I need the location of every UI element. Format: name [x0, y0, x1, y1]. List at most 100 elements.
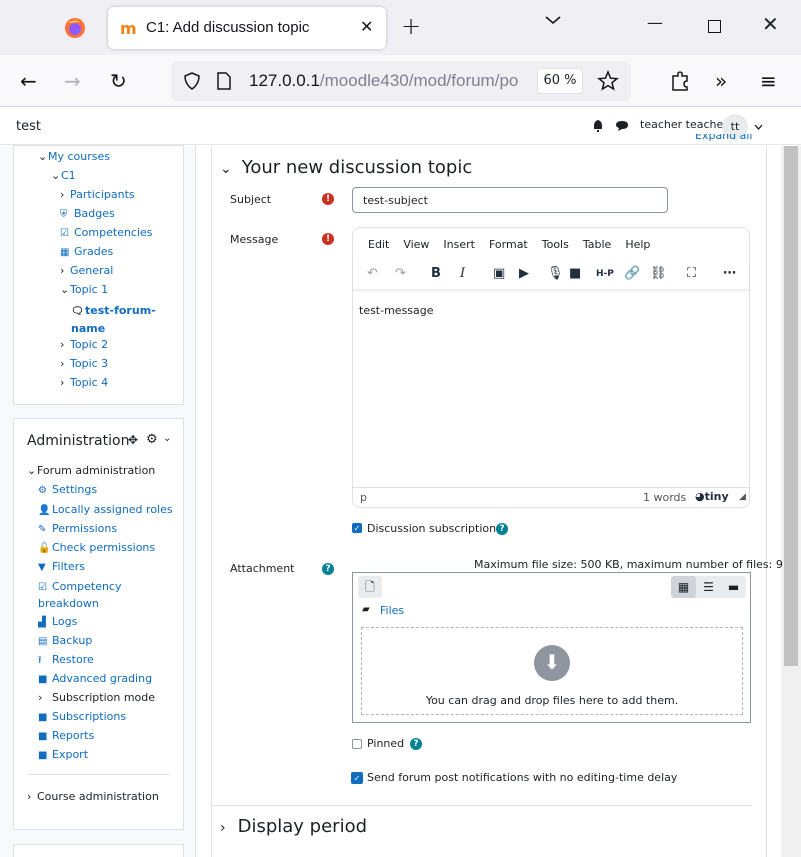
- menu-edit[interactable]: Edit: [368, 238, 389, 251]
- chevron-down-icon[interactable]: [544, 14, 562, 26]
- active-tab[interactable]: m C1: Add discussion topic ✕: [108, 7, 386, 49]
- pinned-checkbox[interactable]: [352, 739, 362, 749]
- nav-badges-label: Badges: [74, 207, 115, 220]
- menu-format[interactable]: Format: [489, 238, 528, 251]
- hamburger-menu-icon[interactable]: ≡: [760, 69, 777, 93]
- media-icon[interactable]: ▶: [519, 266, 529, 281]
- unlink-icon[interactable]: ⛓: [650, 266, 667, 281]
- admin-permissions[interactable]: ✎ Permissions: [38, 522, 117, 535]
- admin-logs[interactable]: ▟ Logs: [38, 615, 77, 628]
- tiny-logo[interactable]: ◕tiny: [695, 490, 729, 503]
- firefox-icon[interactable]: [64, 17, 86, 39]
- menu-table[interactable]: Table: [583, 238, 611, 251]
- new-tab-button[interactable]: +: [401, 12, 421, 40]
- admin-locally-assigned-roles[interactable]: 👤 Locally assigned roles: [38, 503, 173, 516]
- back-arrow-icon[interactable]: ←: [20, 69, 37, 93]
- help-icon[interactable]: ?: [322, 563, 334, 575]
- bell-icon[interactable]: [592, 119, 604, 133]
- admin-advanced-grading[interactable]: ■ Advanced grading: [38, 672, 152, 685]
- word-count[interactable]: 1 words: [643, 491, 686, 504]
- admin-export[interactable]: ■ Export: [38, 748, 88, 761]
- help-icon[interactable]: ?: [410, 738, 422, 750]
- chat-icon[interactable]: [615, 120, 629, 132]
- menu-help[interactable]: Help: [625, 238, 650, 251]
- folder-view-icon[interactable]: ▬: [721, 576, 746, 598]
- admin-reports[interactable]: ■ Reports: [38, 729, 94, 742]
- nav-forum-administration[interactable]: ⌄Forum administration: [27, 464, 155, 477]
- nav-general[interactable]: › General: [60, 264, 113, 277]
- window-close-icon[interactable]: ✕: [762, 12, 779, 36]
- grid-view-icon[interactable]: ▦: [671, 576, 696, 598]
- admin-subscription-mode[interactable]: › Subscription mode: [38, 691, 155, 704]
- nav-competencies[interactable]: ☑ Competencies: [60, 226, 153, 239]
- minimize-icon[interactable]: —: [647, 13, 663, 32]
- add-file-icon[interactable]: 🗋: [358, 576, 382, 598]
- drop-zone[interactable]: ⬇ You can drag and drop files here to ad…: [361, 627, 743, 715]
- zoom-indicator[interactable]: 60 %: [537, 68, 583, 94]
- gear-icon[interactable]: ⚙: [146, 432, 158, 447]
- nav-forum[interactable]: 🗨test-forum-name: [71, 302, 161, 337]
- admin-restore[interactable]: ⭱ Restore: [38, 653, 94, 670]
- h5p-icon[interactable]: H-P: [596, 269, 614, 279]
- admin-filters[interactable]: ▼ Filters: [38, 560, 85, 573]
- admin-subscriptions[interactable]: ■ Subscriptions: [38, 710, 126, 723]
- maximize-icon[interactable]: [708, 20, 721, 33]
- site-name[interactable]: test: [16, 119, 41, 134]
- shield-icon[interactable]: [183, 72, 201, 90]
- help-icon[interactable]: ?: [496, 523, 508, 535]
- url-text[interactable]: 127.0.0.1/moodle430/mod/forum/po: [249, 71, 529, 91]
- scrollbar-thumb[interactable]: [784, 146, 798, 666]
- nav-topic-1[interactable]: ⌄Topic 1: [60, 283, 108, 296]
- page-icon[interactable]: [217, 72, 231, 90]
- nav-my-courses[interactable]: ⌄My courses: [38, 150, 110, 163]
- star-icon[interactable]: [597, 70, 619, 92]
- menu-insert[interactable]: Insert: [443, 238, 475, 251]
- menu-view[interactable]: View: [403, 238, 429, 251]
- link-icon[interactable]: 🔗: [624, 266, 640, 281]
- send-now-checkbox[interactable]: ✓: [351, 772, 363, 784]
- list-view-icon[interactable]: ☰: [696, 576, 721, 598]
- overflow-chevrons-icon[interactable]: »: [715, 69, 727, 93]
- chevron-down-icon[interactable]: ⌄: [163, 433, 171, 444]
- redo-icon[interactable]: ↷: [395, 266, 406, 281]
- display-period-header[interactable]: › Display period: [220, 816, 367, 837]
- admin-settings[interactable]: ⚙ Settings: [38, 483, 97, 496]
- move-icon[interactable]: ✥: [128, 433, 138, 447]
- resize-handle-icon[interactable]: ◢: [739, 492, 746, 502]
- message-editor[interactable]: Edit View Insert Format Tools Table Help ↶ ↷ B…: [352, 227, 750, 508]
- editor-content[interactable]: test-message: [359, 304, 434, 317]
- undo-icon[interactable]: ↶: [367, 266, 378, 281]
- video-icon[interactable]: ■: [569, 266, 581, 281]
- reload-icon[interactable]: ↻: [110, 69, 127, 93]
- close-tab-icon[interactable]: ✕: [360, 17, 373, 36]
- bold-icon[interactable]: B: [431, 266, 441, 281]
- nav-topic-4[interactable]: › Topic 4: [60, 376, 108, 389]
- forward-arrow-icon[interactable]: →: [64, 69, 81, 93]
- display-period-section[interactable]: › Display period: [211, 805, 751, 837]
- nav-topic-2[interactable]: › Topic 2: [60, 338, 108, 351]
- files-breadcrumb[interactable]: Files: [380, 604, 404, 617]
- image-icon[interactable]: ▣: [493, 266, 505, 281]
- nav-grades[interactable]: ▦ Grades: [60, 245, 113, 258]
- url-bar[interactable]: 127.0.0.1/moodle430/mod/forum/po 60 %: [171, 61, 631, 101]
- nav-course-administration[interactable]: › Course administration: [27, 790, 159, 803]
- extensions-icon[interactable]: [670, 70, 690, 92]
- admin-backup[interactable]: ▤ Backup: [38, 634, 92, 647]
- chevron-down-icon[interactable]: [754, 124, 763, 130]
- fullscreen-icon[interactable]: ⛶: [687, 266, 696, 281]
- discussion-subscription-checkbox[interactable]: ✓: [352, 523, 362, 533]
- expand-all-link[interactable]: Expand all: [695, 134, 753, 146]
- admin-check-permissions[interactable]: 🔓 Check permissions: [38, 541, 155, 554]
- nav-course[interactable]: ⌄C1: [51, 169, 76, 182]
- nav-topic-3[interactable]: › Topic 3: [60, 357, 108, 370]
- nav-badges[interactable]: ⛨ Badges: [60, 207, 115, 220]
- nav-participants[interactable]: › Participants: [60, 188, 135, 201]
- section-header[interactable]: ⌄ Your new discussion topic: [220, 157, 472, 178]
- subject-input[interactable]: [352, 187, 668, 213]
- italic-icon[interactable]: I: [460, 266, 465, 281]
- editor-path[interactable]: p: [360, 491, 367, 504]
- microphone-icon[interactable]: 🎙: [547, 266, 564, 281]
- admin-competency-breakdown[interactable]: ☑ Competency breakdown: [38, 579, 158, 612]
- menu-tools[interactable]: Tools: [542, 238, 569, 251]
- more-icon[interactable]: ⋯: [723, 266, 736, 281]
